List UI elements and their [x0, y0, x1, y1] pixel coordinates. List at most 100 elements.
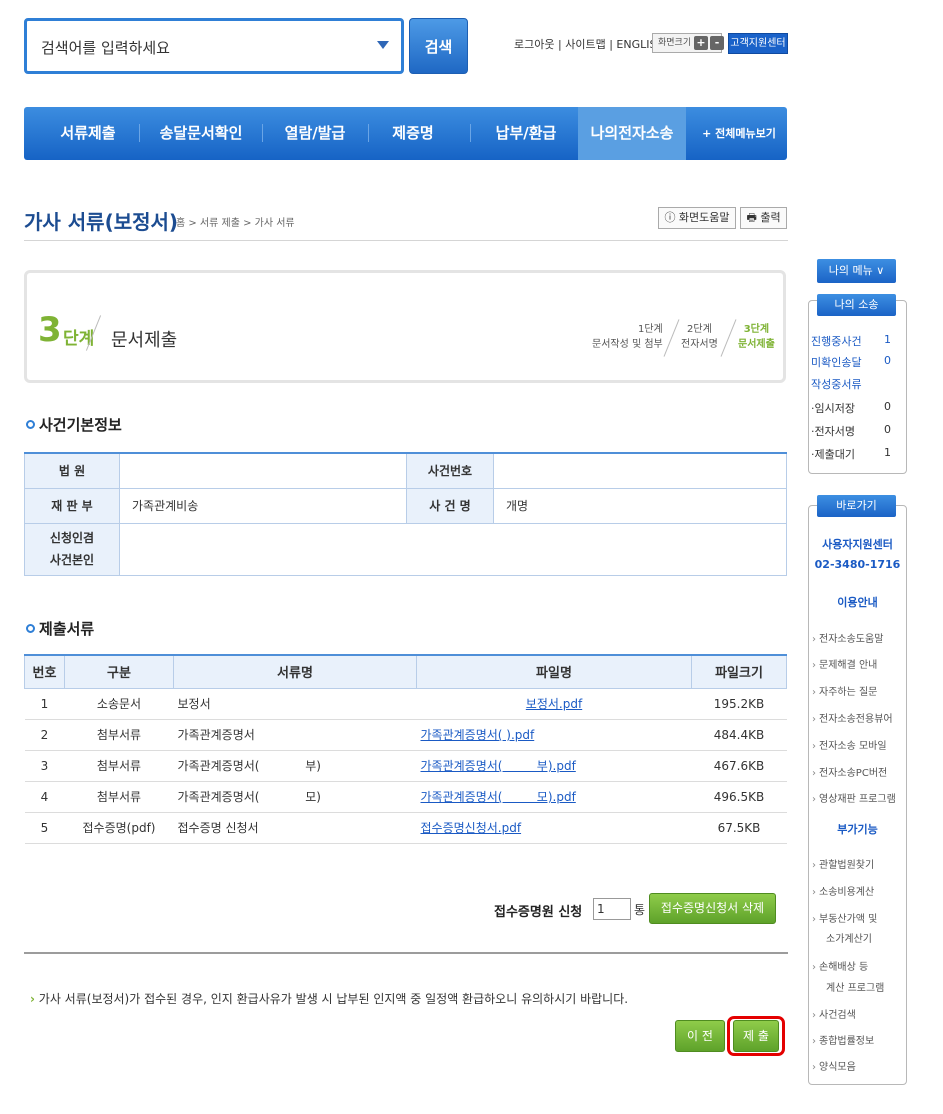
side-link[interactable]: › 부동산가액 및: [812, 910, 877, 925]
row-no: 2: [24, 719, 65, 751]
side-link[interactable]: › 손해배상 등: [812, 958, 868, 973]
nav-item-certificate[interactable]: 제증명: [370, 107, 456, 160]
file-link[interactable]: 가족관계증명서( ).pdf: [421, 728, 535, 742]
submit-button[interactable]: 제 출: [733, 1020, 779, 1052]
help-button[interactable]: ⓘ 화면도움말: [658, 207, 736, 229]
sitemap-link[interactable]: 사이트맵: [565, 36, 605, 52]
row-size: 484.4KB: [691, 719, 787, 751]
side-item-count: 0: [884, 423, 891, 436]
court-value: [119, 452, 407, 489]
page-title: 가사 서류(보정서): [24, 210, 179, 234]
side-link[interactable]: › 문제해결 안내: [812, 656, 877, 671]
side-link[interactable]: › 전자소송전용뷰어: [812, 710, 893, 725]
side-link-label: 손해배상 등: [819, 962, 869, 973]
docs-title-text: 제출서류: [39, 620, 95, 638]
side-item-esign[interactable]: ·전자서명 0: [811, 423, 891, 439]
case-info-table: 법 원 사건번호 재 판 부 가족관계비송 사 건 명 개명 신청인겸 사건본인: [24, 452, 787, 576]
table-row: 2 첨부서류 가족관계증명서 가족관계증명서( ).pdf 484.4KB: [24, 719, 787, 751]
side-item-pending[interactable]: ·제출대기 1: [811, 446, 891, 462]
file-link[interactable]: 가족관계증명서( 모).pdf: [421, 790, 576, 804]
case-name-label: 사 건 명: [406, 487, 494, 524]
file-link[interactable]: 접수증명신청서.pdf: [421, 821, 522, 835]
side-link[interactable]: › 전자소송도움말: [812, 630, 883, 645]
row-name: 가족관계증명서: [173, 719, 417, 751]
prev-button[interactable]: 이 전: [675, 1020, 725, 1052]
side-link-cont[interactable]: 계산 프로그램: [826, 979, 884, 994]
side-item-temp-save[interactable]: ·임시저장 0: [811, 400, 891, 416]
side-item-label: ·전자서명: [811, 425, 855, 438]
extra-title: 부가기능: [837, 823, 878, 836]
guide-title: 이용안내: [837, 596, 878, 609]
side-link[interactable]: › 관할법원찾기: [812, 856, 874, 871]
side-item-count: 1: [884, 333, 891, 346]
side-link[interactable]: › 종합법률정보: [812, 1032, 874, 1047]
side-item-label: 작성중서류: [811, 378, 862, 391]
side-item-drafting[interactable]: 작성중서류: [811, 376, 891, 392]
delete-receipt-button[interactable]: 접수증명신청서 삭제: [649, 893, 776, 924]
side-link[interactable]: › 양식모음: [812, 1058, 856, 1073]
row-no: 5: [24, 812, 65, 844]
side-link-label: 양식모음: [819, 1062, 856, 1073]
search-input[interactable]: 검색어를 입력하세요: [24, 18, 404, 74]
case-no-value: [493, 452, 787, 489]
side-link-cont[interactable]: 소가계산기: [826, 930, 872, 945]
side-link[interactable]: › 소송비용계산: [812, 883, 874, 898]
receipt-apply-label: 접수증명원 신청: [494, 905, 583, 920]
divider: [24, 240, 788, 241]
search-button[interactable]: 검색: [409, 18, 468, 74]
search-placeholder: 검색어를 입력하세요: [41, 39, 170, 57]
bullet-icon: [26, 420, 35, 429]
side-link[interactable]: › 자주하는 질문: [812, 683, 877, 698]
side-link[interactable]: › 전자소송PC버전: [812, 764, 887, 779]
case-info-title-text: 사건기본정보: [39, 416, 122, 434]
side-item-unread[interactable]: 미확인송달 0: [811, 354, 891, 370]
file-link[interactable]: 보정서.pdf: [526, 697, 582, 711]
step-title: 문서제출: [111, 330, 178, 351]
shortcut-header: 바로가기: [817, 495, 896, 517]
side-link-label: 사건검색: [819, 1010, 856, 1021]
receipt-count-unit: 통: [634, 903, 646, 917]
nav-item-delivery[interactable]: 송달문서확인: [142, 107, 260, 160]
side-link-label: 자주하는 질문: [819, 687, 878, 698]
row-size: 67.5KB: [691, 812, 787, 844]
side-link[interactable]: › 전자소송 모바일: [812, 737, 887, 752]
nav-divider: [262, 124, 263, 142]
side-item-ongoing[interactable]: 진행중사건 1: [811, 333, 891, 349]
side-link-label: 소송비용계산: [819, 887, 875, 898]
nav-item-payment[interactable]: 납부/환급: [476, 107, 576, 160]
side-item-count: 0: [884, 400, 891, 413]
dept-label: 재 판 부: [24, 487, 120, 524]
chevron-down-icon[interactable]: [377, 41, 389, 49]
side-link[interactable]: › 영상재판 프로그램: [812, 790, 896, 805]
row-size: 467.6KB: [691, 750, 787, 782]
row-no: 3: [24, 750, 65, 782]
side-item-label: ·제출대기: [811, 448, 855, 461]
my-menu-button[interactable]: 나의 메뉴 ∨: [817, 259, 896, 283]
zoom-in-button[interactable]: +: [694, 36, 708, 50]
step-2-desc: 전자서명: [681, 339, 718, 350]
side-link-label: 문제해결 안내: [819, 660, 878, 671]
row-type: 첨부서류: [64, 781, 174, 813]
step-2: 2단계 전자서명: [681, 322, 718, 352]
print-button[interactable]: 🖶 출력: [740, 207, 787, 229]
logout-link[interactable]: 로그아웃: [514, 36, 554, 52]
step-3: 3단계 문서제출: [738, 322, 775, 352]
zoom-out-button[interactable]: -: [710, 36, 724, 50]
col-header-name: 서류명: [173, 654, 417, 689]
file-link[interactable]: 가족관계증명서( 부).pdf: [421, 759, 576, 773]
nav-item-view-issue[interactable]: 열람/발급: [264, 107, 366, 160]
nav-all-menu[interactable]: + 전체메뉴보기: [694, 107, 784, 160]
nav-item-my-ecase[interactable]: 나의전자소송: [578, 107, 686, 160]
side-item-label: 미확인송달: [811, 356, 862, 369]
nav-item-submit-docs[interactable]: 서류제출: [42, 107, 134, 160]
table-row: 5 접수증명(pdf) 접수증명 신청서 접수증명신청서.pdf 67.5KB: [24, 812, 787, 844]
side-link-label: 전자소송도움말: [819, 634, 884, 645]
side-item-count: 1: [884, 446, 891, 459]
row-type: 접수증명(pdf): [64, 812, 174, 844]
support-center-button[interactable]: 고객지원센터: [728, 33, 788, 54]
nav-divider: [470, 124, 471, 142]
row-type: 첨부서류: [64, 750, 174, 782]
row-name: 가족관계증명서( 모): [173, 781, 417, 813]
side-link[interactable]: › 사건검색: [812, 1006, 856, 1021]
receipt-count-input[interactable]: 1: [593, 898, 631, 920]
